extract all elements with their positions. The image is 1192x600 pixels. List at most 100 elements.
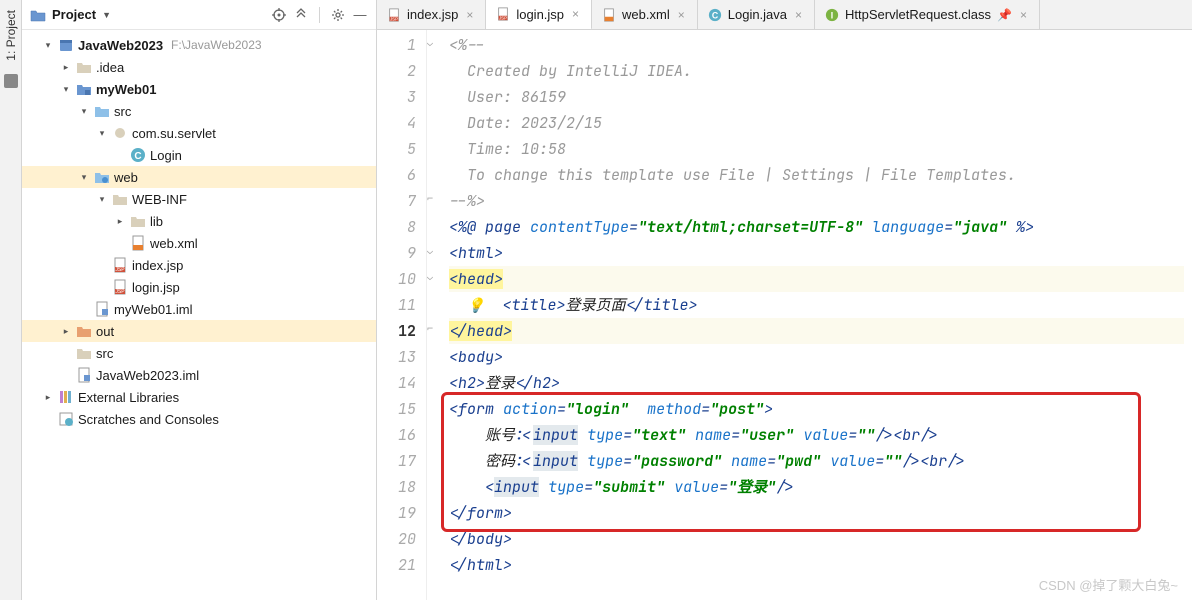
code-line-15[interactable]: <form action="login" method="post"> (449, 396, 1184, 422)
tree-node-myweb01[interactable]: ▾ myWeb01 (22, 78, 376, 100)
chevron-right-icon[interactable]: ▸ (60, 62, 72, 73)
tab-httpservletrequest-class[interactable]: IHttpServletRequest.class📌× (815, 0, 1040, 29)
watermark: CSDN @掉了颗大白兔~ (1039, 575, 1178, 594)
chevron-right-icon[interactable]: ▸ (42, 392, 54, 403)
code-line-9[interactable]: <html> (449, 240, 1184, 266)
close-tab-icon[interactable]: × (570, 7, 581, 21)
line-number: 8 (377, 214, 416, 240)
fold-icon[interactable]: ⌐ (427, 192, 433, 205)
project-panel-header: Project ▼ — (22, 0, 376, 30)
code-line-12[interactable]: </head> (449, 318, 1184, 344)
close-tab-icon[interactable]: × (1018, 8, 1029, 22)
tree-node-scratches-and-consoles[interactable]: ▸Scratches and Consoles (22, 408, 376, 430)
code-line-13[interactable]: <body> (449, 344, 1184, 370)
tree-node-out[interactable]: ▸out (22, 320, 376, 342)
svg-text:JSP: JSP (115, 289, 125, 295)
chevron-down-icon[interactable]: ▾ (42, 40, 54, 51)
panel-dropdown-icon[interactable]: ▼ (102, 10, 111, 20)
line-number: 13 (377, 344, 416, 370)
svg-text:JSP: JSP (115, 267, 125, 273)
code-line-10[interactable]: <head> (449, 266, 1184, 292)
chevron-down-icon[interactable]: ▾ (78, 172, 90, 183)
locate-icon[interactable] (271, 7, 287, 23)
chevron-right-icon[interactable]: ▸ (114, 216, 126, 227)
side-tool-icon[interactable] (4, 74, 18, 88)
gear-icon[interactable] (330, 7, 346, 23)
tree-node-login-jsp[interactable]: ▸JSPlogin.jsp (22, 276, 376, 298)
tree-node-javaweb2023-iml[interactable]: ▸JavaWeb2023.iml (22, 364, 376, 386)
tab-login-jsp[interactable]: JSPlogin.jsp× (486, 0, 592, 30)
close-tab-icon[interactable]: × (464, 8, 475, 22)
tab-index-jsp[interactable]: JSPindex.jsp× (377, 0, 486, 29)
project-panel: Project ▼ — ▾JavaWeb2023F:\JavaWeb2023▸.… (22, 0, 377, 600)
line-number: 1 (377, 32, 416, 58)
close-tab-icon[interactable]: × (793, 8, 804, 22)
editor-area: JSPindex.jsp×JSPlogin.jsp×web.xml×CLogin… (377, 0, 1192, 600)
tree-node-myweb01-iml[interactable]: ▸myWeb01.iml (22, 298, 376, 320)
chevron-down-icon[interactable]: ▾ (96, 194, 108, 205)
fold-icon[interactable]: ⌄ (427, 270, 433, 283)
line-number: 18 (377, 474, 416, 500)
line-number: 9 (377, 240, 416, 266)
code-line-17[interactable]: 密码:<input type="password" name="pwd" val… (449, 448, 1184, 474)
tree-node-lib[interactable]: ▸lib (22, 210, 376, 232)
tree-node-index-jsp[interactable]: ▸JSPindex.jsp (22, 254, 376, 276)
code-line-8[interactable]: <%@ page contentType="text/html;charset=… (449, 214, 1184, 240)
project-tool-tab[interactable]: 1: Project (2, 5, 20, 66)
tree-node-login[interactable]: ▸CLogin (22, 144, 376, 166)
tree-node-web-xml[interactable]: ▸web.xml (22, 232, 376, 254)
close-tab-icon[interactable]: × (676, 8, 687, 22)
tree-node-src[interactable]: ▸src (22, 342, 376, 364)
code-line-4[interactable]: Date: 2023/2/15 (449, 110, 1184, 136)
tree-node-javaweb2023[interactable]: ▾JavaWeb2023F:\JavaWeb2023 (22, 34, 376, 56)
code-line-3[interactable]: User: 86159 (449, 84, 1184, 110)
code-line-14[interactable]: <h2>登录</h2> (449, 370, 1184, 396)
chevron-down-icon[interactable]: ▾ (96, 128, 108, 139)
fold-icon[interactable]: ⌄ (427, 36, 433, 49)
code-line-18[interactable]: <input type="submit" value="登录"/> (449, 474, 1184, 500)
expand-all-icon[interactable] (293, 7, 309, 23)
tree-node-src[interactable]: ▾ src (22, 100, 376, 122)
svg-text:JSP: JSP (499, 15, 507, 20)
chevron-right-icon[interactable]: ▸ (60, 326, 72, 337)
code-line-2[interactable]: Created by IntelliJ IDEA. (449, 58, 1184, 84)
code-line-20[interactable]: </body> (449, 526, 1184, 552)
tree-label: WEB-INF (132, 192, 187, 207)
tree-label: .idea (96, 60, 124, 75)
fold-icon[interactable]: ⌄ (427, 244, 433, 257)
hide-icon[interactable]: — (352, 7, 368, 23)
code-line-5[interactable]: Time: 10:58 (449, 136, 1184, 162)
tab-web-xml[interactable]: web.xml× (592, 0, 698, 29)
editor-tabs: JSPindex.jsp×JSPlogin.jsp×web.xml×CLogin… (377, 0, 1192, 30)
tree-node-external-libraries[interactable]: ▸External Libraries (22, 386, 376, 408)
code-line-11[interactable]: 💡 <title>登录页面</title> (449, 292, 1184, 318)
project-tree[interactable]: ▾JavaWeb2023F:\JavaWeb2023▸.idea▾myWeb01… (22, 30, 376, 600)
chevron-down-icon[interactable]: ▾ (60, 84, 72, 95)
code-editor[interactable]: 123456789101112131415161718192021 ⌄⌐⌄⌄⌐ … (377, 30, 1192, 600)
chevron-down-icon[interactable]: ▾ (78, 106, 90, 117)
fold-icon[interactable]: ⌐ (427, 322, 433, 335)
svg-text:JSP: JSP (390, 16, 398, 21)
jsp-icon: JSP (112, 279, 128, 295)
libs-icon (58, 389, 74, 405)
svg-text:I: I (831, 10, 833, 20)
tree-node-web[interactable]: ▾web (22, 166, 376, 188)
tree-node-web-inf[interactable]: ▾ WEB-INF (22, 188, 376, 210)
tree-label: myWeb01 (96, 82, 156, 97)
code-lines[interactable]: <%-- Created by IntelliJ IDEA. User: 861… (441, 30, 1192, 600)
code-line-16[interactable]: 账号:<input type="text" name="user" value=… (449, 422, 1184, 448)
code-line-19[interactable]: </form> (449, 500, 1184, 526)
tab-login-java[interactable]: CLogin.java× (698, 0, 815, 29)
code-line-7[interactable]: --%> (449, 188, 1184, 214)
tree-label: src (114, 104, 131, 119)
code-line-6[interactable]: To change this template use File | Setti… (449, 162, 1184, 188)
code-line-1[interactable]: <%-- (449, 32, 1184, 58)
tree-node--idea[interactable]: ▸ .idea (22, 56, 376, 78)
pin-icon[interactable]: 📌 (997, 8, 1012, 22)
tree-node-com-su-servlet[interactable]: ▾com.su.servlet (22, 122, 376, 144)
tree-label: JavaWeb2023 (78, 38, 163, 53)
class-icon: C (130, 147, 146, 163)
tree-label: Login (150, 148, 182, 163)
line-number: 21 (377, 552, 416, 578)
xml-icon (602, 8, 616, 22)
